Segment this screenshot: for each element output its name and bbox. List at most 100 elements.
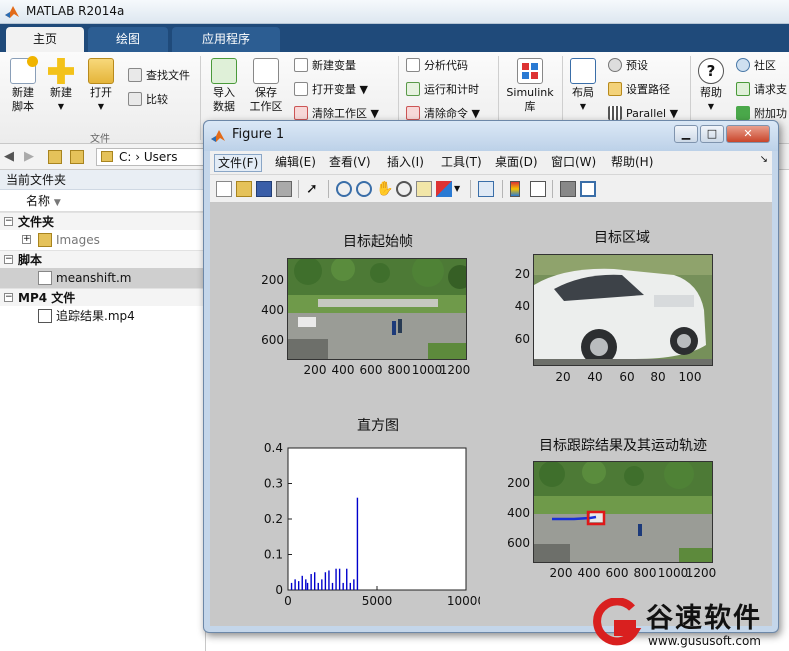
folder-icon	[101, 151, 113, 162]
watermark: 谷速软件 www.gususoft.com	[592, 596, 789, 651]
forward-arrow-icon[interactable]: ▶	[24, 149, 34, 164]
histogram-xtick-label: 5000	[362, 594, 393, 608]
browse-folder-icon[interactable]	[70, 150, 84, 164]
menu-file[interactable]: 文件(F)	[214, 154, 263, 172]
show-plot-tools-icon[interactable]	[580, 181, 596, 197]
compare-icon	[128, 92, 142, 106]
zoom-in-icon[interactable]	[336, 181, 352, 197]
expand-box-icon[interactable]: +	[22, 235, 31, 244]
hide-plot-tools-icon[interactable]	[560, 181, 576, 197]
open-button[interactable]: 打开 ▼	[84, 58, 118, 114]
ribbon-tabs: 主页 绘图 应用程序	[0, 24, 789, 52]
p1-ytick: 200	[261, 273, 284, 287]
parallel-icon	[608, 106, 622, 120]
collapse-box-icon[interactable]: −	[4, 255, 13, 264]
find-files-icon	[128, 68, 142, 82]
list-item-video[interactable]: 追踪结果.mp4	[0, 306, 205, 326]
list-item-images[interactable]: + Images	[0, 230, 205, 250]
plus-icon	[48, 58, 74, 84]
zoom-out-icon[interactable]	[356, 181, 372, 197]
collapse-box-icon[interactable]: −	[4, 293, 13, 302]
tab-home[interactable]: 主页	[6, 27, 84, 52]
tab-plots[interactable]: 绘图	[88, 27, 168, 52]
save-icon[interactable]	[256, 181, 272, 197]
new-figure-icon[interactable]	[216, 181, 232, 197]
request-support-button[interactable]: 请求支	[736, 80, 787, 100]
panel-header: 当前文件夹	[0, 170, 205, 190]
p4-xtick: 1200	[685, 566, 717, 580]
ribbon-divider	[200, 56, 201, 140]
rotate-icon[interactable]	[396, 181, 412, 197]
app-titlebar: MATLAB R2014a	[0, 0, 789, 24]
watermark-logo-icon	[593, 598, 642, 646]
community-button[interactable]: 社区	[736, 56, 776, 76]
legend-icon[interactable]	[530, 181, 546, 197]
compare-button[interactable]: 比较	[128, 90, 168, 110]
folder-icon	[38, 233, 52, 247]
histogram-ytick-label: 0.3	[264, 477, 283, 491]
simulink-library-button[interactable]: Simulink 库	[504, 58, 556, 114]
brush-dropdown-icon[interactable]: ▼	[454, 181, 462, 197]
set-path-button[interactable]: 设置路径	[608, 80, 670, 100]
find-files-button[interactable]: 查找文件	[128, 66, 190, 86]
figure-title: Figure 1	[232, 127, 285, 142]
menu-desktop[interactable]: 桌面(D)	[492, 154, 541, 172]
figure-canvas: 目标起始帧 200 400 600 200 400 600 800 1000 1…	[210, 203, 772, 626]
tab-apps[interactable]: 应用程序	[172, 27, 280, 52]
menu-window[interactable]: 窗口(W)	[548, 154, 599, 172]
new-script-button[interactable]: 新建 脚本	[6, 56, 40, 114]
dock-arrow-icon[interactable]: ↘	[760, 154, 768, 165]
import-data-button[interactable]: 导入 数据	[206, 58, 242, 114]
collapse-box-icon[interactable]: −	[4, 217, 13, 226]
pointer-icon[interactable]: ➚	[306, 181, 322, 197]
brush-icon[interactable]	[436, 181, 452, 197]
open-variable-button[interactable]: 打开变量 ▼	[294, 80, 368, 100]
print-icon[interactable]	[276, 181, 292, 197]
run-and-time-button[interactable]: 运行和计时	[406, 80, 479, 100]
subplot1-title: 目标起始帧	[343, 234, 413, 250]
colorbar-icon[interactable]	[510, 181, 520, 197]
close-button[interactable]: ✕	[726, 125, 770, 143]
minimize-button[interactable]: ▁	[674, 125, 698, 143]
layout-button[interactable]: 布局 ▼	[568, 58, 598, 114]
p2-xtick: 100	[678, 370, 702, 384]
menu-tools[interactable]: 工具(T)	[438, 154, 485, 172]
group-folders[interactable]: − 文件夹	[0, 212, 205, 230]
app-title: MATLAB R2014a	[26, 4, 125, 18]
p1-xtick: 1200	[439, 363, 471, 377]
p2-ytick: 60	[514, 332, 530, 346]
figure-toolbar: ➚ ✋ ▼	[210, 175, 772, 203]
analyze-code-button[interactable]: 分析代码	[406, 56, 468, 76]
new-button[interactable]: 新建 ▼	[44, 58, 78, 114]
import-icon	[211, 58, 237, 84]
figure-titlebar[interactable]: Figure 1 ▁ □ ✕	[204, 121, 778, 151]
target-region-image	[533, 254, 713, 366]
up-folder-icon[interactable]	[48, 150, 62, 164]
toolbar-separator	[552, 180, 553, 198]
menu-view[interactable]: 查看(V)	[326, 154, 374, 172]
file-group-label: 文件	[90, 134, 110, 145]
tracking-result-image	[533, 461, 713, 563]
current-folder-path[interactable]: C: › Users	[96, 148, 216, 166]
help-button[interactable]: ? 帮助 ▼	[696, 58, 726, 114]
list-item-meanshift[interactable]: meanshift.m	[0, 268, 205, 288]
pan-icon[interactable]: ✋	[376, 181, 393, 197]
new-variable-button[interactable]: 新建变量	[294, 56, 356, 76]
group-mp4[interactable]: − MP4 文件	[0, 288, 205, 306]
data-cursor-icon[interactable]	[416, 181, 432, 197]
save-workspace-icon	[253, 58, 279, 84]
maximize-button[interactable]: □	[700, 125, 724, 143]
toolbar-separator	[502, 180, 503, 198]
group-scripts[interactable]: − 脚本	[0, 250, 205, 268]
open-icon[interactable]	[236, 181, 252, 197]
link-icon[interactable]	[478, 181, 494, 197]
folder-icon	[88, 58, 114, 84]
menu-help[interactable]: 帮助(H)	[608, 154, 656, 172]
back-arrow-icon[interactable]: ◀	[4, 149, 14, 164]
toolbar-separator	[328, 180, 329, 198]
preferences-button[interactable]: 预设	[608, 56, 648, 76]
menu-edit[interactable]: 编辑(E)	[272, 154, 319, 172]
menu-insert[interactable]: 插入(I)	[384, 154, 427, 172]
save-workspace-button[interactable]: 保存 工作区	[246, 58, 286, 114]
column-header-name[interactable]: 名称 ▼	[0, 190, 205, 212]
